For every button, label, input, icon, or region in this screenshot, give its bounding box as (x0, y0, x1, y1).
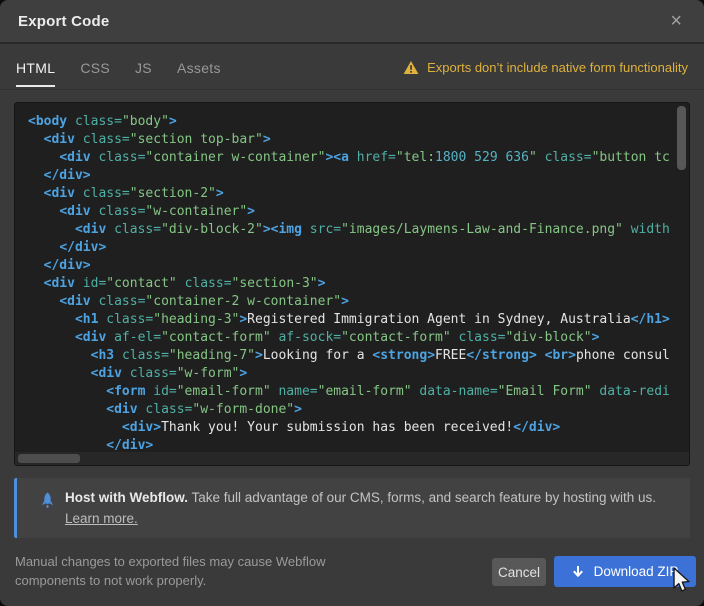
code-line: <h1 class="heading-3">Registered Immigra… (28, 311, 689, 329)
code-line: <body class="body"> (28, 113, 689, 131)
code-line: <div class="section top-bar"> (28, 131, 689, 149)
code-line: <h3 class="heading-7">Looking for a <str… (28, 347, 689, 365)
host-banner: Host with Webflow. Take full advantage o… (14, 478, 690, 538)
download-button-label: Download ZIP (594, 564, 679, 579)
code-line: <div class="w-form"> (28, 365, 689, 383)
code-line: <div class="div-block-2"><img src="image… (28, 221, 689, 239)
learn-more-link[interactable]: Learn more. (65, 508, 138, 529)
tab-assets[interactable]: Assets (177, 46, 221, 89)
tab-bar-tabs: HTML CSS JS Assets (16, 46, 246, 89)
host-banner-title: Host with Webflow. (65, 490, 188, 505)
rocket-icon (39, 492, 56, 509)
download-arrow-icon (572, 565, 584, 578)
code-line: <div class="w-form-done"> (28, 401, 689, 419)
dialog-title: Export Code (18, 13, 109, 30)
cancel-button[interactable]: Cancel (492, 558, 546, 586)
cancel-button-label: Cancel (498, 565, 540, 580)
export-warning: Exports don’t include native form functi… (403, 60, 688, 75)
code-line: <div class="section-2"> (28, 185, 689, 203)
export-code-dialog: Export Code × HTML CSS JS Assets Exports do… (0, 0, 704, 606)
footer-note: Manual changes to exported files may cau… (15, 552, 345, 590)
code-line: <div class="w-container"> (28, 203, 689, 221)
horizontal-scrollbar-thumb[interactable] (18, 454, 80, 463)
code-line: </div> (28, 257, 689, 275)
tab-bar: HTML CSS JS Assets Exports don’t include na… (0, 46, 704, 90)
close-icon[interactable]: × (666, 9, 686, 33)
code-line: <div id="contact" class="section-3"> (28, 275, 689, 293)
code-line: <div class="container-2 w-container"> (28, 293, 689, 311)
tab-html[interactable]: HTML (16, 46, 55, 89)
code-line: <div>Thank you! Your submission has been… (28, 419, 689, 437)
host-banner-body: Take full advantage of our CMS, forms, a… (188, 490, 656, 505)
code-line: <form id="email-form" name="email-form" … (28, 383, 689, 401)
tab-js[interactable]: JS (135, 46, 152, 89)
code-line: <div class="container w-container"><a hr… (28, 149, 689, 167)
code-line: </div> (28, 239, 689, 257)
horizontal-scrollbar-track[interactable] (15, 452, 689, 465)
host-banner-text: Host with Webflow. Take full advantage o… (65, 487, 674, 529)
code-line: <div af-el="contact-form" af-sock="conta… (28, 329, 689, 347)
code-content: <body class="body"> <div class="section … (15, 103, 689, 465)
warning-text: Exports don’t include native form functi… (427, 60, 688, 75)
warning-icon (403, 60, 419, 75)
vertical-scrollbar-thumb[interactable] (677, 106, 686, 170)
tab-css[interactable]: CSS (80, 46, 110, 89)
code-line: </div> (28, 167, 689, 185)
code-panel: <body class="body"> <div class="section … (14, 102, 690, 466)
dialog-titlebar: Export Code × (0, 0, 704, 44)
download-zip-button[interactable]: Download ZIP (554, 556, 696, 587)
